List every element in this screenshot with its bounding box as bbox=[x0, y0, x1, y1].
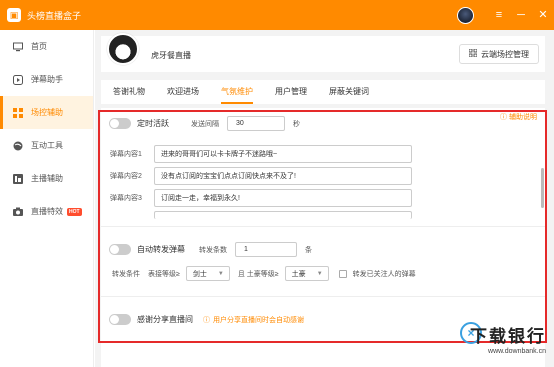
camera-icon bbox=[13, 207, 23, 217]
watermark-url: www.downbank.cn bbox=[488, 348, 546, 355]
globe-icon bbox=[13, 141, 23, 151]
streamer-name: 虎牙餐直播 bbox=[151, 51, 191, 60]
grid-icon bbox=[468, 48, 478, 59]
sidebar-item-label: 场控辅助 bbox=[31, 108, 63, 117]
tab-atmosphere[interactable]: 气氛维护 bbox=[221, 80, 253, 104]
play-icon bbox=[13, 74, 23, 85]
sidebar-item-label: 直播特效 bbox=[31, 207, 63, 216]
grid-icon bbox=[13, 107, 23, 118]
sidebar-item-control-assist[interactable]: 场控辅助 bbox=[0, 96, 93, 129]
cloud-control-button[interactable]: 云端场控管理 bbox=[459, 44, 539, 64]
watermark: 下载银行 www.downbank.cn bbox=[470, 322, 546, 355]
avatar bbox=[107, 33, 139, 65]
sidebar: 首页 弹幕助手 场控辅助 互动工具 主播辅助 直播特效 HOT bbox=[0, 30, 94, 367]
hot-badge: HOT bbox=[67, 207, 82, 216]
sidebar-item-danmu-assistant[interactable]: 弹幕助手 bbox=[0, 63, 93, 96]
tab-block-keywords[interactable]: 屏蔽关键词 bbox=[329, 80, 369, 104]
dashboard-icon bbox=[13, 173, 23, 184]
profile-bar: 虎牙餐直播 云端场控管理 bbox=[101, 33, 545, 72]
menu-icon[interactable]: ≡ bbox=[488, 0, 510, 30]
sidebar-item-label: 互动工具 bbox=[31, 141, 63, 150]
sidebar-item-home[interactable]: 首页 bbox=[0, 30, 93, 63]
watermark-title: 下载银行 bbox=[470, 327, 546, 347]
user-avatar[interactable] bbox=[457, 6, 474, 24]
sidebar-item-anchor-assist[interactable]: 主播辅助 bbox=[0, 162, 93, 195]
tab-welcome[interactable]: 欢迎进场 bbox=[167, 80, 199, 104]
monitor-icon bbox=[13, 42, 23, 52]
cloud-button-label: 云端场控管理 bbox=[481, 49, 529, 59]
minimize-icon[interactable]: ─ bbox=[510, 0, 532, 30]
sidebar-item-live-effects[interactable]: 直播特效 HOT bbox=[0, 195, 93, 228]
tab-gift-thanks[interactable]: 答谢礼物 bbox=[113, 80, 145, 104]
app-title: 头榜直播盒子 bbox=[27, 10, 82, 21]
app-logo-icon: ▣ bbox=[7, 8, 21, 22]
close-icon[interactable]: ✕ bbox=[532, 0, 554, 30]
tab-bar: 答谢礼物 欢迎进场 气氛维护 用户管理 屏蔽关键词 bbox=[101, 80, 545, 104]
sidebar-item-label: 首页 bbox=[31, 42, 47, 51]
sidebar-item-label: 主播辅助 bbox=[31, 174, 63, 183]
tab-user-manage[interactable]: 用户管理 bbox=[275, 80, 307, 104]
title-bar: ▣ 头榜直播盒子 ≡ ─ ✕ bbox=[0, 0, 554, 30]
highlight-frame bbox=[98, 110, 547, 343]
sidebar-item-label: 弹幕助手 bbox=[31, 75, 63, 84]
sidebar-item-interactive-tools[interactable]: 互动工具 bbox=[0, 129, 93, 162]
